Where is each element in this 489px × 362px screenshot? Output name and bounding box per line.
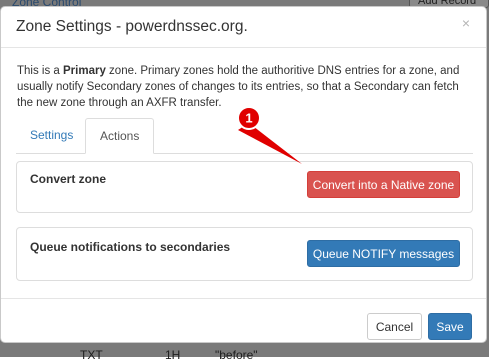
record-content-cell: "before" [215,348,258,362]
cancel-button[interactable]: Cancel [367,313,422,340]
zone-description: This is a Primary zone. Primary zones ho… [17,63,473,111]
tab-actions[interactable]: Actions [85,118,155,154]
convert-native-button[interactable]: Convert into a Native zone [307,171,460,198]
queue-notifications-label: Queue notifications to secondaries [30,240,231,254]
close-icon[interactable]: × [462,15,470,31]
zone-settings-modal: Zone Settings - powerdnssec.org. × This … [0,6,487,343]
tab-bar: Settings Actions [16,118,473,154]
convert-zone-panel: Convert zone Convert into a Native zone [16,161,473,213]
queue-notifications-panel: Queue notifications to secondaries Queue… [16,227,473,281]
record-ttl-cell: 1H [165,348,181,362]
record-type-cell: TXT [80,348,103,362]
zone-kind: Primary [63,65,106,77]
tab-settings[interactable]: Settings [16,118,87,152]
modal-header: Zone Settings - powerdnssec.org. × [1,7,486,48]
modal-title: Zone Settings - powerdnssec.org. [16,18,248,35]
intro-text-start: This is a [17,65,64,77]
queue-notify-button[interactable]: Queue NOTIFY messages [307,240,460,267]
convert-zone-label: Convert zone [30,172,107,186]
footer-divider [1,298,486,299]
save-button[interactable]: Save [428,313,472,340]
